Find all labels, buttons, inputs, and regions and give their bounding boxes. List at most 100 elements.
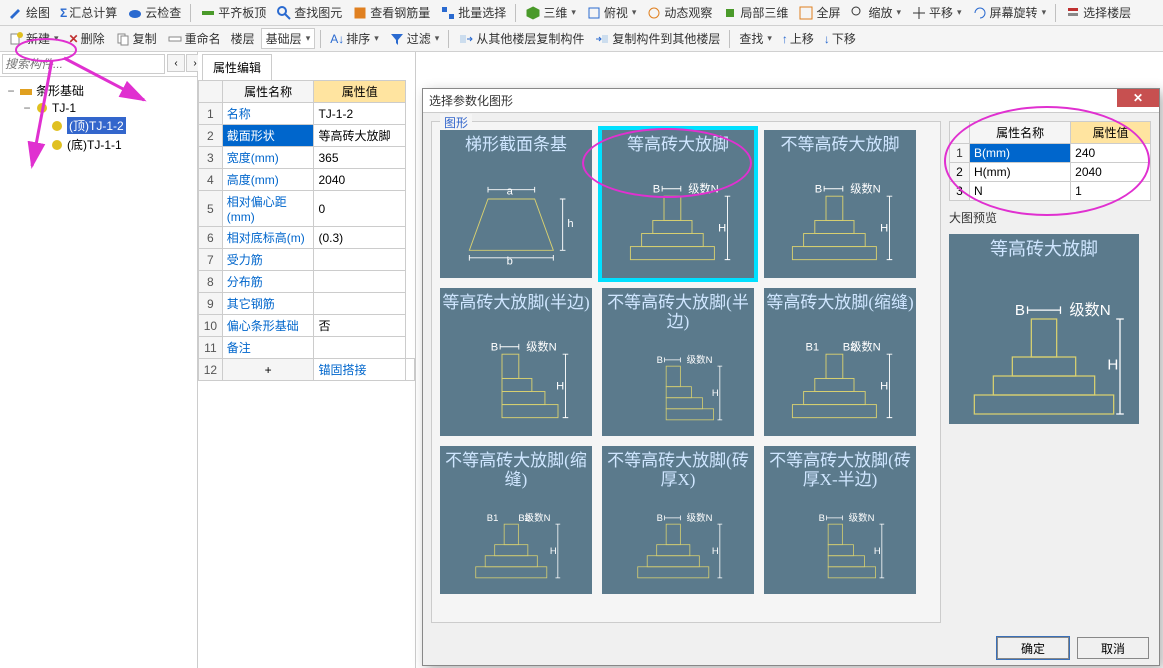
prop-row[interactable]: 8分布筋 (199, 271, 415, 293)
prop-row[interactable]: 5相对偏心距(mm)0 (199, 191, 415, 227)
sum-btn[interactable]: Σ汇总计算 (56, 2, 121, 23)
prop-row[interactable]: 2截面形状等高砖大放脚 (199, 125, 415, 147)
param-val[interactable]: 1 (1071, 182, 1151, 201)
prop-val[interactable] (314, 271, 406, 293)
prop-val[interactable]: TJ-1-2 (314, 103, 406, 125)
prop-row[interactable]: 4高度(mm)2040 (199, 169, 415, 191)
prop-name: 相对底标高(m) (222, 227, 314, 249)
expand-icon[interactable]: + (222, 359, 314, 381)
dialog-titlebar[interactable]: 选择参数化图形 ✕ (423, 89, 1159, 113)
shape-tile[interactable]: 不等高砖大放脚(砖厚X-半边)B级数NH (764, 446, 916, 594)
local3d-btn[interactable]: 局部三维 (718, 2, 792, 23)
component-tree: −条形基础 −TJ-1 (顶)TJ-1-2 (底)TJ-1-1 (0, 77, 197, 158)
collapse-icon[interactable]: − (6, 84, 16, 98)
shape-tile[interactable]: 不等高砖大放脚(砖厚X)B级数NH (602, 446, 754, 594)
shape-tile[interactable]: 不等高砖大放脚B级数NH (764, 130, 916, 278)
copy-btn[interactable]: 复制 (111, 28, 161, 49)
rename-btn[interactable]: 重命名 (163, 28, 225, 49)
prop-val[interactable] (314, 249, 406, 271)
dropdown-icon: ▾ (374, 33, 379, 44)
tree-node-bot[interactable]: (底)TJ-1-1 (4, 135, 193, 154)
rebar-btn[interactable]: 查看钢筋量 (348, 2, 434, 23)
flatten-btn[interactable]: 平齐板顶 (196, 2, 270, 23)
tree-node-tj1[interactable]: −TJ-1 (4, 100, 193, 116)
rownum: 12 (199, 359, 223, 381)
prop-row[interactable]: 7受力筋 (199, 249, 415, 271)
param-val[interactable]: 2040 (1071, 163, 1151, 182)
prop-val[interactable] (314, 337, 406, 359)
cancel-button[interactable]: 取消 (1077, 637, 1149, 659)
tree-node-top[interactable]: (顶)TJ-1-2 (4, 116, 193, 135)
copyfrom-btn[interactable]: 从其他楼层复制构件 (454, 28, 588, 49)
prop-val[interactable]: (0.3) (314, 227, 406, 249)
prop-val[interactable] (314, 293, 406, 315)
toolbar-view: 绘图 Σ汇总计算 云检查 平齐板顶 查找图元 查看钢筋量 批量选择 三维▾ 俯视… (0, 0, 1163, 26)
shape-tile[interactable]: 等高砖大放脚(缩缝)B1B2级数NH (764, 288, 916, 436)
dyn-btn[interactable]: 动态观察 (642, 2, 716, 23)
rownum: 2 (950, 163, 970, 182)
batch-label: 批量选择 (458, 4, 506, 21)
up-btn[interactable]: ↑上移 (778, 28, 818, 49)
shape-tile[interactable]: 不等高砖大放脚(缩缝)B1B2级数NH (440, 446, 592, 594)
floor-select[interactable]: 基础层▾ (261, 28, 316, 49)
prop-row[interactable]: 6相对底标高(m)(0.3) (199, 227, 415, 249)
prop-val[interactable] (406, 359, 415, 381)
zoom-btn[interactable]: 缩放▾ (846, 2, 905, 23)
close-button[interactable]: ✕ (1117, 89, 1159, 107)
prop-val[interactable]: 365 (314, 147, 406, 169)
search-input[interactable] (2, 54, 165, 74)
shape-tile[interactable]: 等高砖大放脚B级数NH (602, 130, 754, 278)
find-elem-btn[interactable]: 查找图元 (272, 2, 346, 23)
prop-val[interactable]: 否 (314, 315, 406, 337)
collapse-icon[interactable]: − (22, 101, 32, 115)
full-btn[interactable]: 全屏 (794, 2, 844, 23)
cloud-btn[interactable]: 云检查 (123, 2, 185, 23)
svg-text:B: B (491, 341, 498, 353)
shape-tile[interactable]: 梯形截面条基abh (440, 130, 592, 278)
prop-row[interactable]: 9其它钢筋 (199, 293, 415, 315)
rotate-btn[interactable]: 屏幕旋转▾ (968, 2, 1051, 23)
prop-val[interactable]: 等高砖大放脚 (314, 125, 406, 147)
prop-val[interactable]: 2040 (314, 169, 406, 191)
prop-val[interactable]: 0 (314, 191, 406, 227)
search-prev-btn[interactable]: ‹ (167, 54, 185, 72)
prop-row[interactable]: 3宽度(mm)365 (199, 147, 415, 169)
prop-row[interactable]: 1名称TJ-1-2 (199, 103, 415, 125)
param-row[interactable]: 2H(mm)2040 (950, 163, 1151, 182)
batch-btn[interactable]: 批量选择 (436, 2, 510, 23)
new-btn[interactable]: 新建▾ (4, 28, 63, 49)
pan-btn[interactable]: 平移▾ (907, 2, 966, 23)
dropdown-icon: ▾ (571, 7, 576, 18)
svg-text:B: B (1015, 302, 1025, 319)
prop-tab[interactable]: 属性编辑 (202, 54, 272, 80)
sort-btn[interactable]: A↓排序▾ (326, 28, 383, 49)
param-table: 属性名称属性值 1B(mm)2402H(mm)20403N1 (949, 121, 1151, 201)
ok-button[interactable]: 确定 (997, 637, 1069, 659)
bird-btn[interactable]: 俯视▾ (582, 2, 641, 23)
shape-title: 不等高砖大放脚(半边) (602, 288, 754, 333)
prop-name: 备注 (222, 337, 314, 359)
shape-tile[interactable]: 不等高砖大放脚(半边)B级数NH (602, 288, 754, 436)
del-btn[interactable]: ✕删除 (65, 28, 109, 49)
svg-text:H: H (718, 222, 726, 234)
filter-btn[interactable]: 过滤▾ (385, 28, 444, 49)
prop-name: 宽度(mm) (222, 147, 314, 169)
param-val[interactable]: 240 (1071, 144, 1151, 163)
prop-row[interactable]: 10偏心条形基础否 (199, 315, 415, 337)
tree-root[interactable]: − 条形基础 (4, 81, 193, 100)
prop-row[interactable]: 12+锚固搭接 (199, 359, 415, 381)
param-name: B(mm) (970, 144, 1071, 163)
find-btn[interactable]: 查找▾ (735, 28, 776, 49)
shape-tile[interactable]: 等高砖大放脚(半边)B级数NH (440, 288, 592, 436)
copyto-btn[interactable]: 复制构件到其他楼层 (590, 28, 724, 49)
shapes-grid: 梯形截面条基abh等高砖大放脚B级数NH不等高砖大放脚B级数NH 等高砖大放脚(半… (440, 130, 932, 594)
selfloor-btn[interactable]: 选择楼层 (1061, 2, 1135, 23)
prop-row[interactable]: 11备注 (199, 337, 415, 359)
param-row[interactable]: 3N1 (950, 182, 1151, 201)
view3d-btn[interactable]: 三维▾ (521, 2, 580, 23)
down-btn[interactable]: ↓下移 (820, 28, 860, 49)
tree-root-label: 条形基础 (36, 82, 84, 99)
param-row[interactable]: 1B(mm)240 (950, 144, 1151, 163)
svg-text:H: H (1107, 356, 1118, 373)
draw-btn[interactable]: 绘图 (4, 2, 54, 23)
